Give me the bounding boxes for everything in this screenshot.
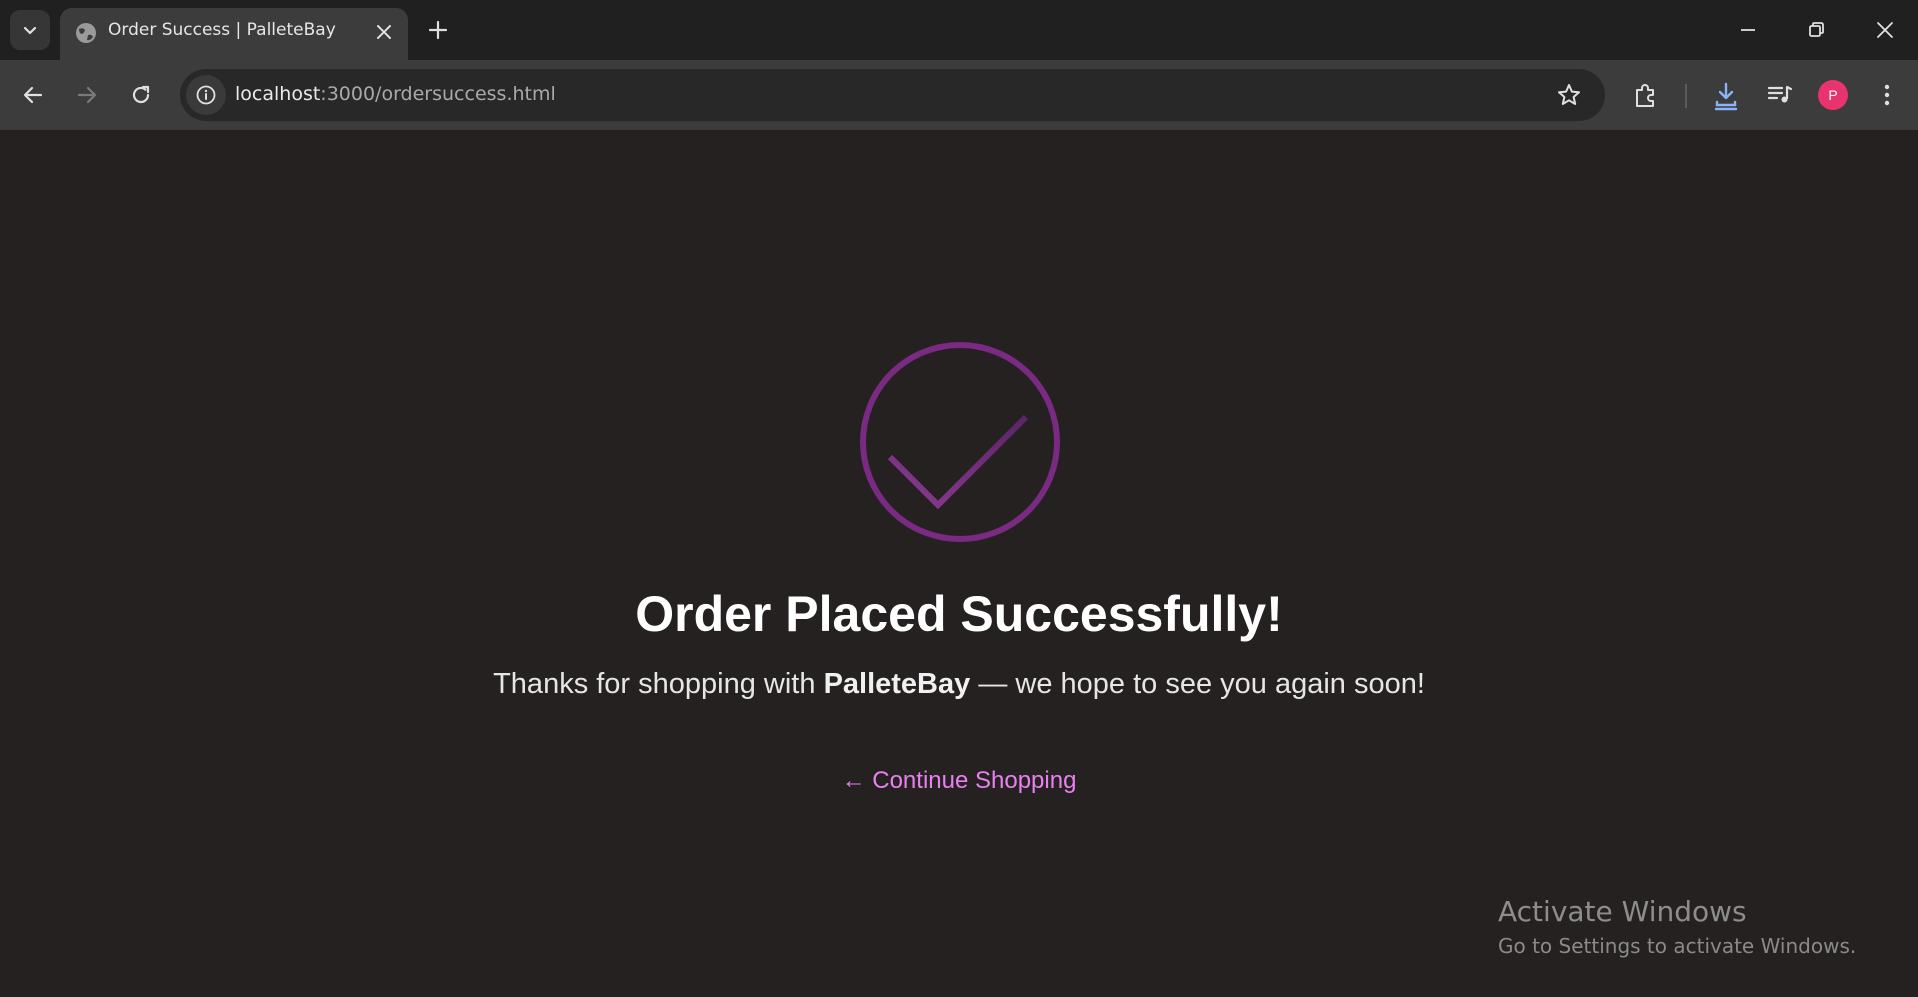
message-after: — we hope to see you again soon! [970, 668, 1425, 700]
url-host: localhost [235, 83, 321, 105]
download-icon[interactable] [1709, 78, 1743, 112]
new-tab-icon[interactable] [424, 16, 452, 44]
brand-name: PalleteBay [823, 668, 971, 700]
globe-icon [76, 23, 96, 43]
success-graphic [858, 340, 1062, 544]
thank-you-message: Thanks for shopping with PalleteBay — we… [0, 668, 1918, 701]
close-window-icon[interactable] [1869, 14, 1901, 46]
continue-shopping-link[interactable]: ← Continue Shopping [0, 767, 1918, 795]
info-icon [196, 85, 216, 105]
checkmark-circle-icon [860, 342, 1060, 542]
profile-avatar[interactable]: P [1818, 80, 1848, 110]
page-content: Order Placed Successfully! Thanks for sh… [0, 130, 1918, 997]
address-bar[interactable]: localhost:3000/ordersuccess.html [180, 69, 1605, 121]
bookmark-star-icon[interactable] [1555, 81, 1583, 109]
site-info-button[interactable] [186, 75, 226, 115]
forward-icon[interactable] [72, 80, 102, 110]
tab-strip: Order Success | PalleteBay [0, 0, 1918, 60]
minimize-icon[interactable] [1732, 14, 1764, 46]
watermark-title: Activate Windows [1498, 895, 1747, 928]
restore-icon[interactable] [1800, 14, 1832, 46]
chevron-down-icon [23, 26, 37, 35]
windows-activation-watermark: Activate Windows Go to Settings to activ… [1498, 895, 1856, 958]
media-controls-icon[interactable] [1763, 78, 1797, 112]
message-before: Thanks for shopping with [493, 668, 824, 700]
more-menu-icon[interactable] [1870, 78, 1904, 112]
url-path: :3000/ordersuccess.html [320, 83, 556, 105]
close-tab-icon[interactable] [372, 20, 396, 44]
extensions-icon[interactable] [1629, 78, 1663, 112]
back-icon[interactable] [18, 80, 48, 110]
reload-icon[interactable] [126, 80, 156, 110]
tab-title: Order Success | PalleteBay [108, 20, 336, 40]
toolbar-divider [1685, 84, 1687, 108]
url-text: localhost:3000/ordersuccess.html [235, 83, 556, 105]
browser-toolbar: localhost:3000/ordersuccess.html P [0, 60, 1918, 130]
active-tab[interactable]: Order Success | PalleteBay [60, 8, 408, 60]
tab-search-button[interactable] [10, 10, 50, 50]
page-title: Order Placed Successfully! [635, 586, 1283, 642]
watermark-subtitle: Go to Settings to activate Windows. [1498, 934, 1857, 958]
